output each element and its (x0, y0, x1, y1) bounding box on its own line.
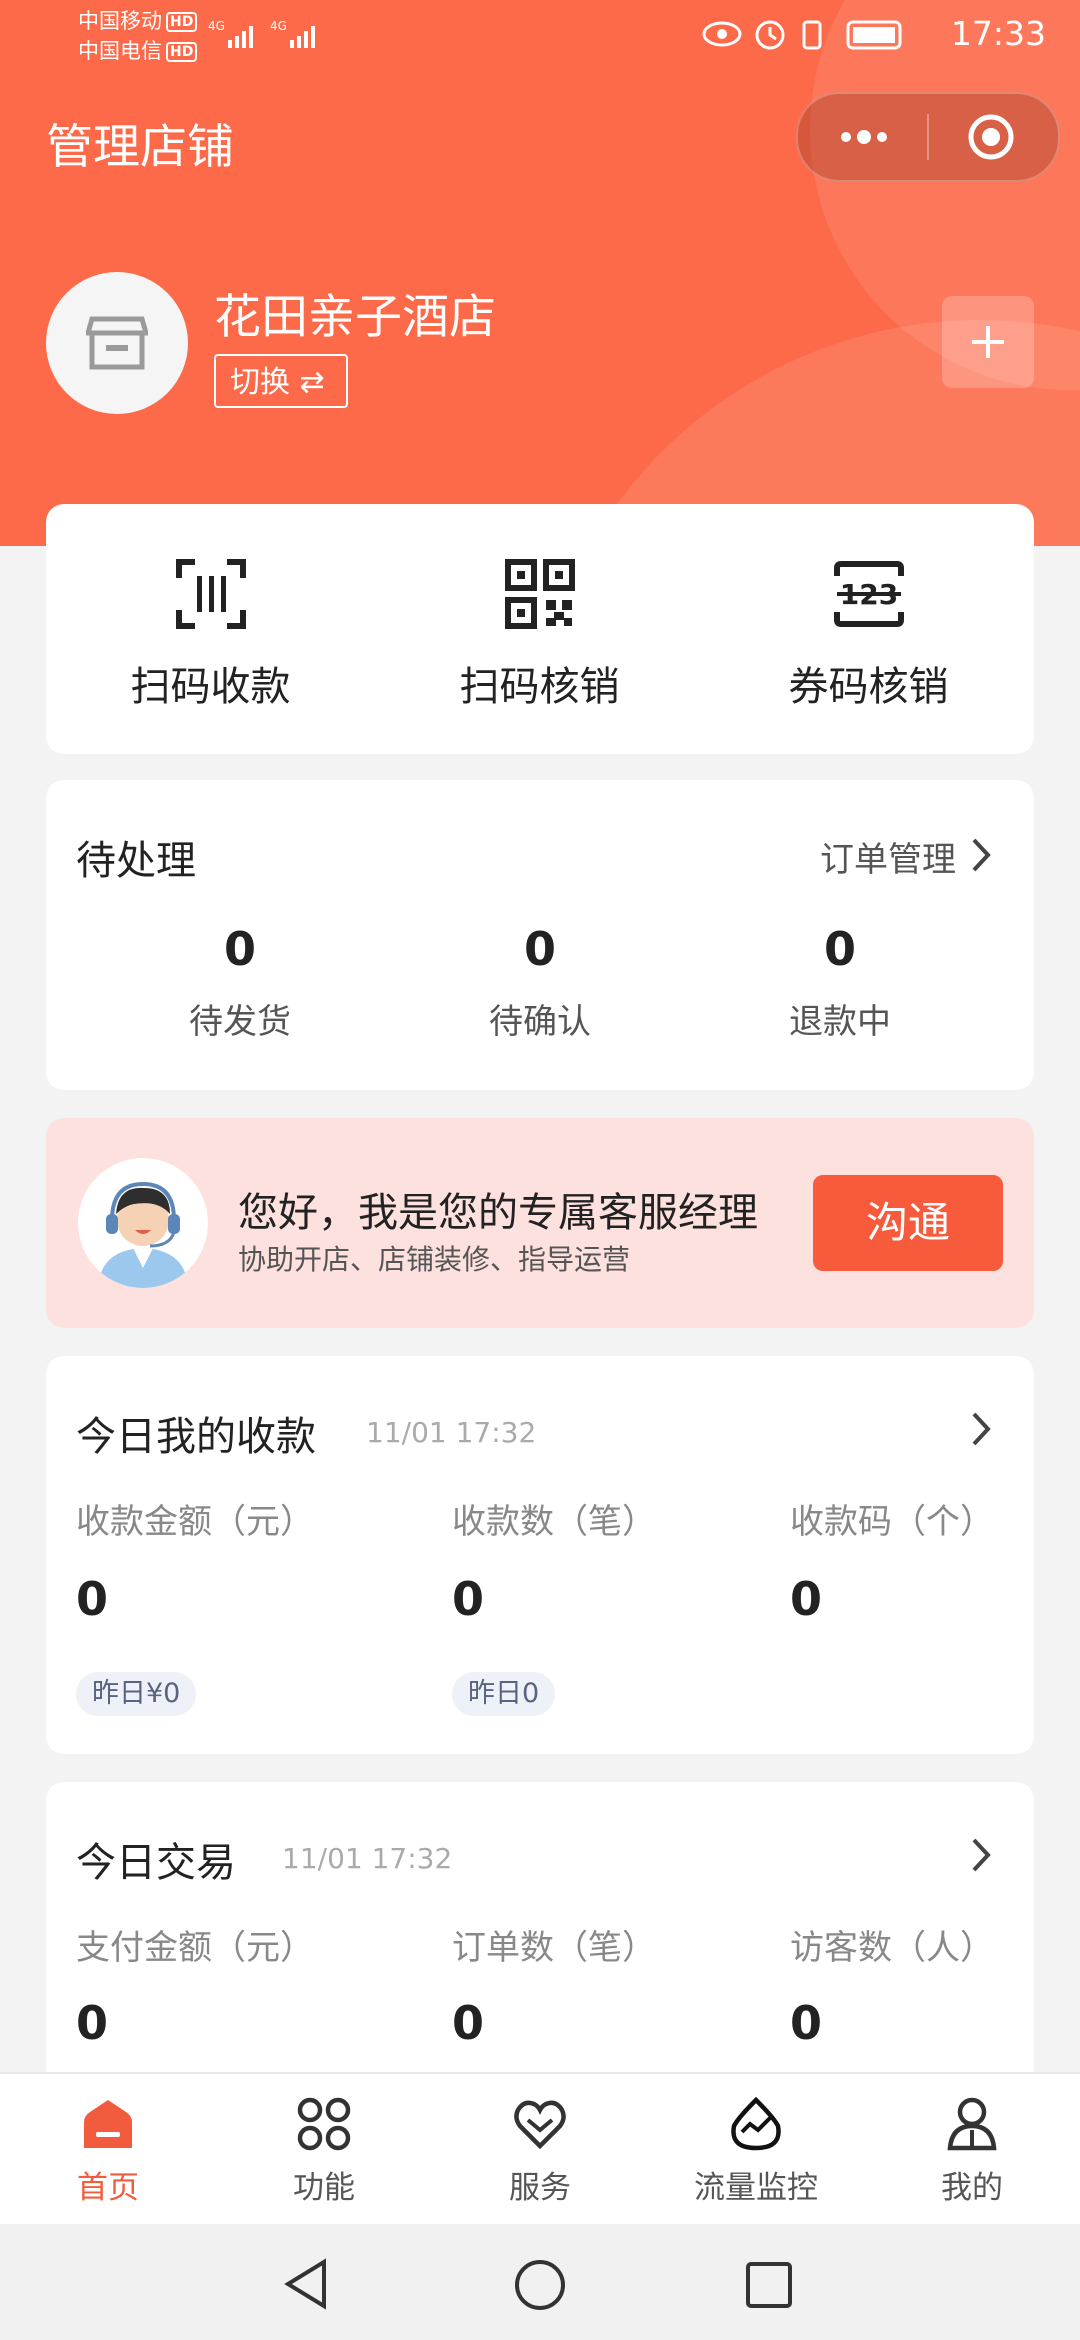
code-123-icon: 123 (833, 561, 904, 627)
service-manager-banner: 您好，我是您的专属客服经理 协助开店、店铺装修、指导运营 沟通 (46, 1118, 1034, 1328)
agent-headset-icon (98, 1181, 188, 1288)
switch-store-button[interactable]: 切换 ⇄ (214, 354, 348, 408)
bottom-tab-bar: 首页 功能 服务 流量监控 我的 (0, 2072, 1080, 2226)
hd-badge: HD (166, 42, 198, 62)
quick-action-label: 扫码核销 (459, 664, 620, 710)
tab-traffic-monitor[interactable]: 流量监控 (648, 2074, 864, 2226)
quick-action-scan-verify[interactable]: 扫码核销 (375, 504, 704, 712)
status-bar: 中国移动 HD 中国电信 HD 4G 4G 17:33 (0, 0, 1080, 70)
contact-button[interactable]: 沟通 (813, 1175, 1003, 1271)
traffic-monitor-icon (731, 2096, 781, 2151)
carrier-info: 中国移动 HD 中国电信 HD (78, 6, 198, 66)
carrier-1: 中国移动 (78, 9, 162, 33)
more-icon[interactable] (836, 120, 892, 154)
metric-label: 访客数（人） (790, 1928, 994, 1968)
clock: 17:33 (950, 14, 1046, 53)
close-target-icon[interactable] (966, 112, 1016, 162)
user-icon (947, 2097, 997, 2151)
metric-label: 收款金额（元） (76, 1502, 314, 1542)
section-title: 待处理 (76, 838, 196, 884)
metric-value: 0 (452, 1572, 485, 1626)
metric-label: 订单数（笔） (452, 1928, 656, 1968)
mini-program-capsule (796, 92, 1060, 182)
pending-label: 退款中 (789, 1002, 891, 1042)
status-icons (702, 20, 902, 50)
pending-refunding[interactable]: 0 退款中 (700, 922, 980, 1043)
yesterday-badge: 昨日0 (452, 1672, 556, 1716)
quick-action-coupon-verify[interactable]: 123 券码核销 (704, 504, 1033, 712)
quick-actions-card: 扫码收款 扫码核销 123 券码核销 (46, 504, 1034, 754)
metric-value: 0 (790, 1572, 823, 1626)
capsule-divider (927, 114, 929, 160)
chevron-right-icon[interactable] (970, 836, 994, 874)
quick-action-label: 券码核销 (788, 664, 949, 710)
quick-action-scan-pay[interactable]: 扫码收款 (46, 504, 375, 712)
tab-home[interactable]: 首页 (0, 2074, 216, 2226)
chevron-right-icon[interactable] (970, 1410, 994, 1448)
quick-action-label: 扫码收款 (130, 664, 291, 710)
metric-label: 支付金额（元） (76, 1928, 314, 1968)
qr-code-icon (504, 559, 575, 629)
home-nav-icon[interactable] (512, 2257, 568, 2313)
store-icon (86, 316, 148, 370)
metric-value: 0 (790, 1996, 823, 2050)
today-trade-card[interactable]: 今日交易 11/01 17:32 支付金额（元） 订单数（笔） 访客数（人） 0… (46, 1782, 1034, 2102)
metric-label: 收款码（个） (790, 1502, 994, 1542)
pending-count: 0 (523, 922, 556, 976)
plus-icon (972, 326, 1004, 358)
pending-label: 待确认 (489, 1002, 591, 1042)
tab-label: 流量监控 (694, 2170, 818, 2206)
header-banner: 中国移动 HD 中国电信 HD 4G 4G 17:33 管理店铺 花田亲子酒店 … (0, 0, 1080, 546)
recent-apps-icon[interactable] (744, 2260, 796, 2312)
home-icon (84, 2100, 132, 2148)
chevron-right-icon[interactable] (970, 1836, 994, 1874)
metric-value: 0 (76, 1996, 109, 2050)
pending-to-ship[interactable]: 0 待发货 (100, 922, 380, 1043)
section-title: 今日交易 (76, 1840, 236, 1886)
service-subtitle: 协助开店、店铺装修、指导运营 (238, 1243, 631, 1276)
add-button[interactable] (942, 296, 1034, 388)
yesterday-badge: 昨日¥0 (76, 1672, 197, 1716)
svg-text:4G: 4G (270, 19, 287, 33)
page-title: 管理店铺 (46, 120, 234, 175)
heart-icon (514, 2100, 566, 2150)
tab-label: 首页 (77, 2170, 139, 2206)
pending-to-confirm[interactable]: 0 待确认 (400, 922, 680, 1043)
signal-icon: 4G 4G (208, 19, 315, 48)
section-title: 今日我的收款 (76, 1414, 316, 1460)
metric-label: 收款数（笔） (452, 1502, 656, 1542)
metric-value: 0 (76, 1572, 109, 1626)
scan-barcode-icon (175, 559, 246, 629)
pending-label: 待发货 (189, 1002, 291, 1042)
section-timestamp: 11/01 17:32 (282, 1842, 453, 1875)
system-navigation-bar (0, 2224, 1080, 2340)
service-manager-avatar (78, 1158, 208, 1288)
tab-label: 我的 (941, 2170, 1003, 2206)
tab-label: 功能 (293, 2170, 355, 2206)
order-management-link[interactable]: 订单管理 (820, 832, 956, 881)
pending-count: 0 (223, 922, 256, 976)
metric-value: 0 (452, 1996, 485, 2050)
hd-badge: HD (166, 12, 198, 32)
grid-icon (297, 2097, 351, 2151)
store-avatar[interactable] (46, 272, 188, 414)
pending-card: 待处理 订单管理 0 待发货 0 待确认 0 退款中 (46, 780, 1034, 1090)
tab-services[interactable]: 服务 (432, 2074, 648, 2226)
tab-mine[interactable]: 我的 (864, 2074, 1080, 2226)
today-collection-card[interactable]: 今日我的收款 11/01 17:32 收款金额（元） 收款数（笔） 收款码（个）… (46, 1356, 1034, 1754)
pending-count: 0 (823, 922, 856, 976)
tab-functions[interactable]: 功能 (216, 2074, 432, 2226)
tab-label: 服务 (509, 2170, 571, 2206)
service-title: 您好，我是您的专属客服经理 (238, 1190, 758, 1236)
section-timestamp: 11/01 17:32 (366, 1416, 537, 1449)
carrier-2: 中国电信 (78, 39, 162, 63)
back-icon[interactable] (282, 2258, 332, 2310)
store-name: 花田亲子酒店 (214, 290, 496, 345)
svg-text:4G: 4G (208, 19, 225, 33)
